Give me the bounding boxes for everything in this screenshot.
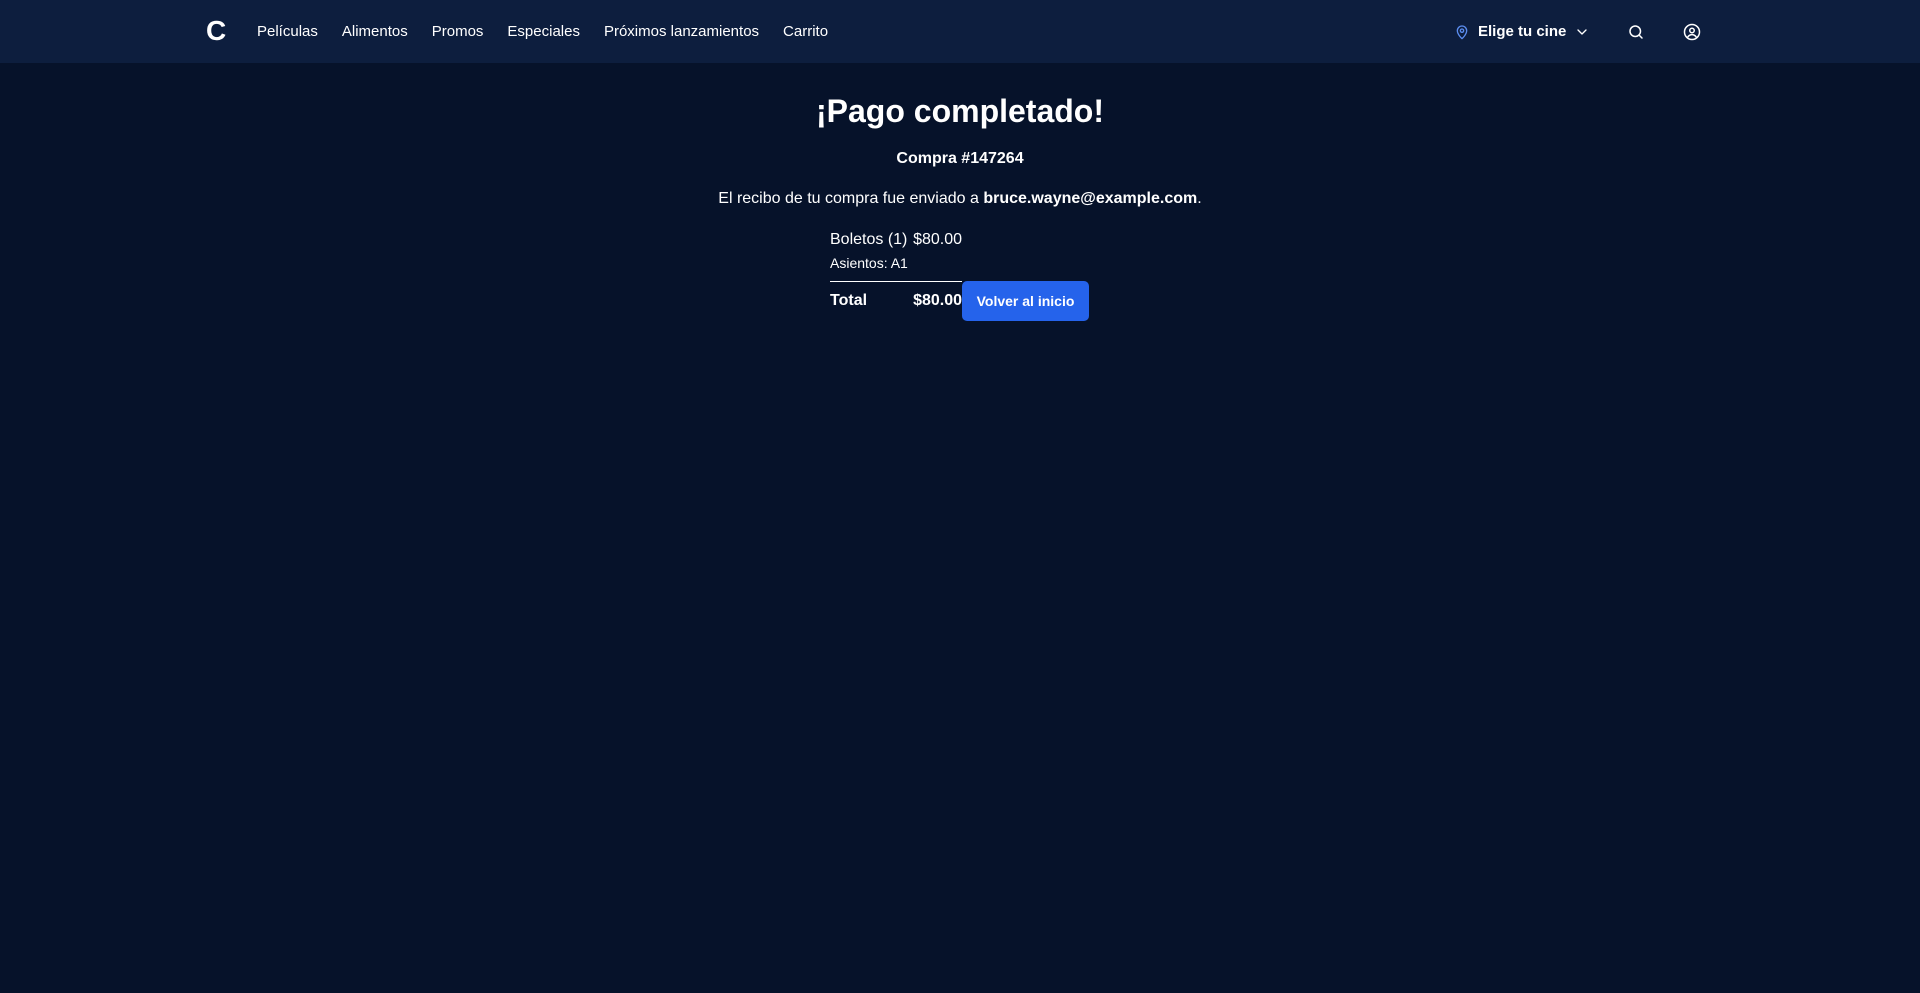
cinema-selector-label: Elige tu cine bbox=[1478, 23, 1567, 40]
summary-divider bbox=[830, 281, 962, 282]
cinema-selector[interactable]: Elige tu cine bbox=[1454, 20, 1590, 44]
back-home-button[interactable]: Volver al inicio bbox=[962, 281, 1089, 321]
nav-item-proximos-lanzamientos[interactable]: Próximos lanzamientos bbox=[604, 22, 759, 42]
map-pin-icon bbox=[1454, 24, 1470, 40]
total-row: Total $80.00 bbox=[830, 290, 962, 312]
nav-item-peliculas[interactable]: Películas bbox=[257, 22, 318, 42]
search-icon[interactable] bbox=[1625, 21, 1647, 43]
nav-item-carrito[interactable]: Carrito bbox=[783, 22, 828, 42]
receipt-message: El recibo de tu compra fue enviado a bru… bbox=[0, 188, 1920, 210]
user-circle-icon[interactable] bbox=[1681, 21, 1703, 43]
line-item-seats: Asientos: A1 bbox=[830, 255, 908, 271]
main-nav: Películas Alimentos Promos Especiales Pr… bbox=[257, 22, 852, 42]
line-item-label: Boletos (1) bbox=[830, 231, 908, 248]
line-item: Boletos (1) $80.00 bbox=[830, 229, 962, 251]
brand-logo[interactable]: C bbox=[206, 14, 226, 48]
receipt-suffix: . bbox=[1197, 190, 1202, 207]
receipt-prefix: El recibo de tu compra fue enviado a bbox=[718, 190, 984, 207]
receipt-email: bruce.wayne@example.com bbox=[983, 190, 1198, 207]
nav-item-alimentos[interactable]: Alimentos bbox=[342, 22, 408, 42]
nav-item-promos[interactable]: Promos bbox=[432, 22, 484, 42]
top-navigation: C Películas Alimentos Promos Especiales … bbox=[0, 0, 1920, 63]
chevron-down-icon bbox=[1574, 24, 1590, 40]
total-value: $80.00 bbox=[913, 292, 962, 309]
line-item-price: $80.00 bbox=[913, 231, 962, 248]
nav-item-especiales[interactable]: Especiales bbox=[507, 22, 580, 42]
order-summary: Boletos (1) $80.00 Asientos: A1 Total $8… bbox=[830, 229, 962, 312]
total-label: Total bbox=[830, 292, 868, 309]
order-number: Compra #147264 bbox=[896, 150, 1024, 167]
page-title: ¡Pago completado! bbox=[815, 93, 1104, 129]
